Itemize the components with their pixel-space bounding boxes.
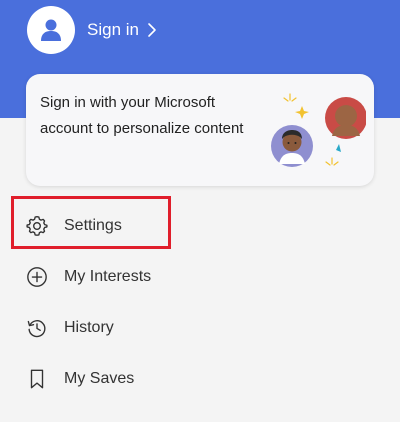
menu-item-history[interactable]: History (26, 308, 114, 348)
sidebar-panel: Sign in Sign in with your Microsoft acco… (0, 0, 400, 422)
people-illustration-icon (271, 93, 366, 167)
person-icon (41, 19, 61, 41)
plus-circle-icon (26, 266, 48, 288)
sign-in-label: Sign in (87, 20, 139, 39)
chevron-right-icon (147, 22, 157, 38)
menu-item-my-interests[interactable]: My Interests (26, 257, 151, 297)
menu-item-label: My Saves (64, 370, 135, 387)
history-icon (26, 317, 48, 339)
menu-item-label: My Interests (64, 268, 152, 285)
avatar (27, 6, 75, 54)
promo-text: Sign in with your Microsoft account to p… (40, 94, 244, 137)
sign-in-promo-card[interactable]: Sign in with your Microsoft account to p… (26, 74, 374, 186)
settings-highlight-box (11, 196, 171, 249)
menu-item-label: History (64, 319, 114, 336)
sign-in-button[interactable]: Sign in (27, 6, 157, 54)
bookmark-icon (26, 368, 48, 390)
menu-item-my-saves[interactable]: My Saves (26, 359, 134, 399)
